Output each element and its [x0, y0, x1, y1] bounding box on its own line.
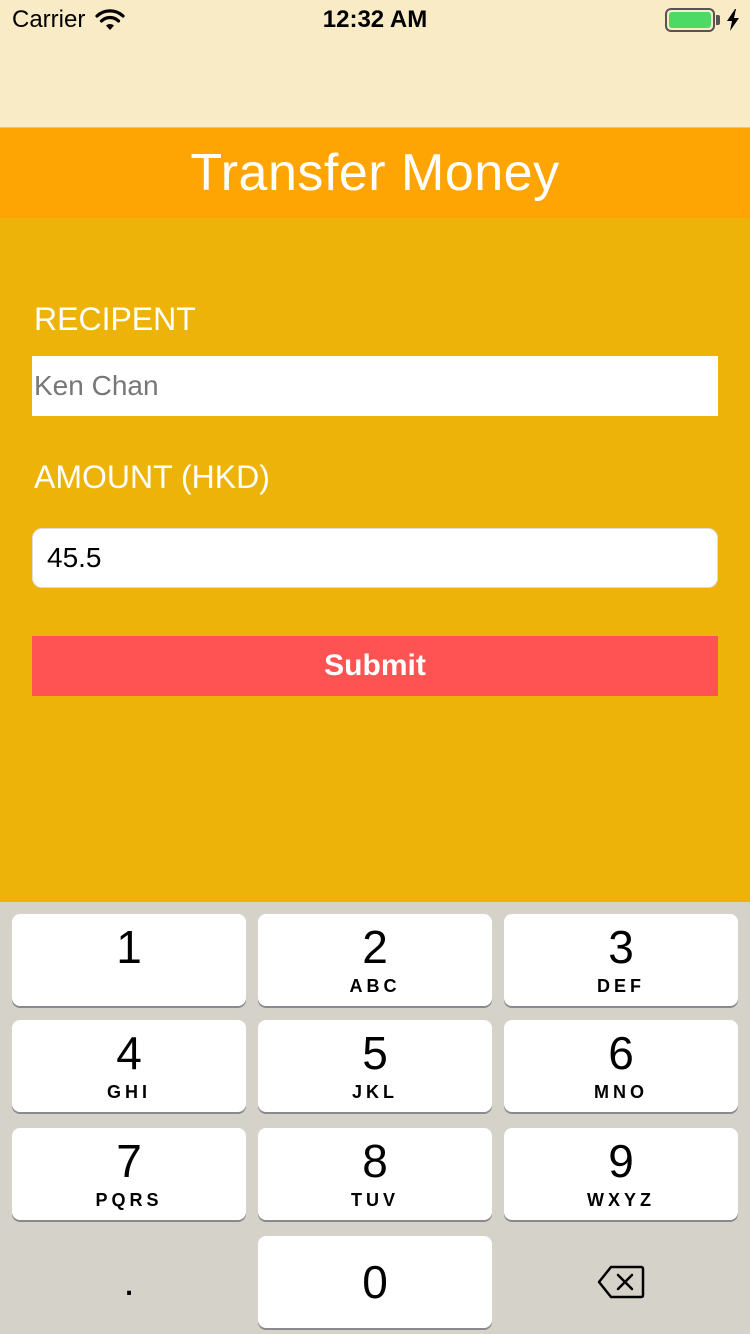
key-digit: 8 [362, 1135, 388, 1187]
clock: 12:32 AM [322, 6, 428, 33]
key-3[interactable]: 3 DEF [504, 914, 738, 1006]
battery-level-fill [669, 12, 711, 28]
key-letters: TUV [351, 1190, 399, 1210]
status-bar: Carrier 12:32 AM [0, 0, 750, 128]
key-letters: ABC [349, 976, 401, 996]
key-digit: 2 [362, 921, 388, 973]
key-7[interactable]: 7 PQRS [12, 1128, 246, 1220]
recipient-placeholder: Ken Chan [34, 370, 159, 401]
recipient-label: RECIPENT [34, 301, 196, 337]
key-digit: 7 [116, 1135, 142, 1187]
key-9[interactable]: 9 WXYZ [504, 1128, 738, 1220]
battery-indicator [665, 8, 740, 32]
key-digit: 5 [362, 1027, 388, 1079]
delete-backspace-icon [597, 1265, 645, 1299]
key-0[interactable]: 0 [258, 1236, 492, 1328]
charging-bolt-icon [727, 9, 739, 31]
key-digit: 9 [608, 1135, 634, 1187]
decimal-point: . [123, 1260, 135, 1304]
key-1[interactable]: 1 [12, 914, 246, 1006]
key-4[interactable]: 4 GHI [12, 1020, 246, 1112]
amount-label: AMOUNT (HKD) [34, 459, 270, 495]
key-letters: WXYZ [587, 1190, 655, 1210]
key-letters: MNO [594, 1082, 648, 1102]
key-digit: 1 [116, 921, 142, 973]
key-5[interactable]: 5 JKL [258, 1020, 492, 1112]
key-digit: 3 [608, 921, 634, 973]
numeric-keypad: 1 2 ABC 3 DEF 4 GHI 5 JKL 6 MNO 7 PQRS 8… [0, 902, 750, 1334]
battery-tip [716, 15, 720, 25]
key-digit: 6 [608, 1027, 634, 1079]
key-2[interactable]: 2 ABC [258, 914, 492, 1006]
key-letters: PQRS [95, 1190, 163, 1210]
key-letters: JKL [351, 1082, 398, 1102]
key-8[interactable]: 8 TUV [258, 1128, 492, 1220]
delete-key[interactable] [504, 1236, 738, 1328]
key-digit: 4 [116, 1027, 142, 1079]
key-decimal[interactable]: . [12, 1236, 246, 1328]
submit-button[interactable]: Submit [32, 636, 718, 696]
battery-icon [665, 8, 715, 32]
page-title: Transfer Money [190, 144, 560, 202]
nav-bar: Transfer Money [0, 128, 750, 218]
key-6[interactable]: 6 MNO [504, 1020, 738, 1112]
amount-input[interactable]: 45.5 [32, 528, 718, 588]
recipient-input[interactable]: Ken Chan [32, 356, 718, 416]
key-letters: DEF [597, 976, 645, 996]
key-letters: GHI [106, 1082, 151, 1102]
amount-value: 45.5 [47, 542, 102, 573]
key-digit: 0 [362, 1256, 388, 1308]
